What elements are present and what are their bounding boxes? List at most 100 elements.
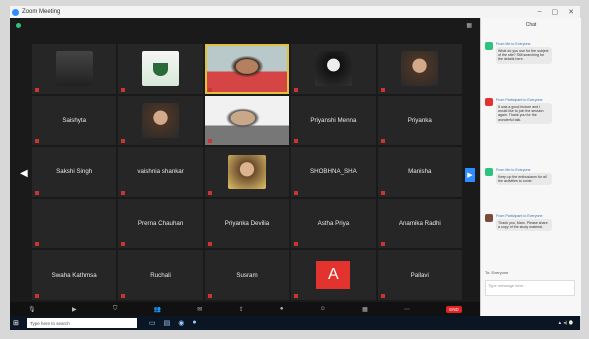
participant-tile[interactable] [118,95,203,146]
security-icon[interactable]: ⛉ [113,306,118,313]
message-text: Keep up the enthusiasm for all the activ… [496,173,552,186]
share-screen-icon[interactable]: ⇪ [239,306,244,313]
message-sender: From Me to Everyone [496,168,531,172]
participant-name: Astha Priya [317,220,350,228]
participant-tile[interactable] [377,44,462,94]
participant-video [204,44,290,94]
participant-tile[interactable] [32,198,117,249]
muted-mic-icon [208,139,212,143]
participant-name: Prerna Chauhan [137,220,184,228]
close-icon[interactable]: ✕ [568,8,574,16]
muted-mic-icon [35,294,39,298]
participant-name: Ruchali [150,271,171,279]
window-title: Zoom Meeting [22,9,61,15]
browser-icon[interactable]: ◉ [178,319,184,327]
encryption-shield-icon[interactable] [16,22,21,28]
muted-mic-icon [381,88,385,92]
message-text: It was a good lecture and I would like t… [496,103,552,124]
participant-tile[interactable] [204,95,290,146]
participant-video [142,51,180,87]
muted-mic-icon [35,242,39,246]
muted-mic-icon [35,139,39,143]
chat-title: Chat [525,22,537,28]
participant-video [228,154,266,190]
participant-tile[interactable]: Swaha Kathmsa [32,250,117,300]
message-sender: From Me to Everyone [496,42,531,46]
participant-name: Pallavi [410,271,429,279]
participant-tile[interactable]: Priyanka Devilia [204,198,290,249]
muted-mic-icon [381,242,385,246]
participant-tile[interactable]: Ruchali [118,250,203,300]
muted-mic-icon [121,294,125,298]
next-page-icon[interactable]: ▶ [465,168,475,182]
participants-icon[interactable]: 👥 [154,306,161,313]
record-icon[interactable]: ● [280,306,284,312]
message-sender: From Participant to Everyone [496,98,543,102]
muted-mic-icon [294,242,298,246]
participant-tile[interactable]: Anamika Radhi [377,198,462,249]
participant-name: Sakshi Singh [56,168,93,176]
participant-tile[interactable]: Saishyta [32,95,117,146]
participant-tile[interactable]: Susram [204,250,290,300]
start-menu-icon[interactable]: ⊞ [13,319,23,327]
participant-tile[interactable] [204,147,290,197]
participant-tile[interactable]: Pallavi [377,250,462,300]
participant-tile[interactable]: Priyanka [377,95,462,146]
participant-tile[interactable]: Astha Priya [291,198,376,249]
participant-tile[interactable]: Manisha [377,147,462,197]
participant-tile[interactable]: vaishnia shankar [118,147,203,197]
participant-video [142,103,180,138]
window-titlebar: Zoom Meeting – ▢ ✕ [10,6,580,18]
windows-taskbar: ⊞ Type here to search ▭ ▤ ◉ ● ▲ ◂) ⌚ [10,316,580,330]
participant-video [314,51,352,87]
participant-name: Swaha Kathmsa [51,271,97,279]
maximize-icon[interactable]: ▢ [552,8,559,16]
meeting-area: ▦ Saishyta Priyanshi Menna Priyanka Sakshi … [10,18,480,316]
task-view-icon[interactable]: ▭ [149,319,156,327]
muted-mic-icon [294,191,298,195]
minimize-icon[interactable]: – [538,8,542,16]
sender-avatar [485,98,493,106]
system-tray: ▲ ◂) ⌚ [557,320,574,325]
gallery-grid: Saishyta Priyanshi Menna Priyanka Sakshi Si… [32,44,462,300]
zoom-app-icon[interactable]: ● [192,319,196,327]
chat-recipient-select[interactable]: To: Everyone [485,270,508,275]
taskbar-search-input[interactable]: Type here to search [27,318,137,328]
participant-tile[interactable]: Prerna Chauhan [118,198,203,249]
message-sender: From Participant to Everyone [496,214,543,218]
sender-avatar [485,214,493,222]
participant-initial-avatar: A [316,261,351,290]
participant-tile[interactable]: A [291,250,376,300]
muted-mic-icon [294,294,298,298]
muted-mic-icon [208,88,212,92]
participant-tile[interactable]: Priyanshi Menna [291,95,376,146]
chat-icon[interactable]: ✉ [197,306,202,313]
participant-tile[interactable] [32,44,117,94]
taskbar-apps: ▭ ▤ ◉ ● [149,319,197,327]
gallery-view-icon[interactable]: ▦ [466,22,472,29]
participant-video [204,95,290,146]
video-icon[interactable]: ▶ [72,306,77,313]
message-text: Thank you, Mam. Please share a copy of t… [496,219,552,232]
zoom-logo-icon [12,8,19,16]
file-explorer-icon[interactable]: ▤ [164,319,171,327]
participant-tile[interactable] [204,44,290,94]
participant-video [401,51,439,87]
more-icon[interactable]: ⋯ [404,306,410,313]
emblem-icon [153,62,169,77]
muted-mic-icon [208,191,212,195]
muted-mic-icon [208,294,212,298]
apps-icon[interactable]: ▦ [362,306,368,313]
window-controls: – ▢ ✕ [538,8,580,16]
participant-tile[interactable] [118,44,203,94]
chat-input[interactable]: Type message here... [485,280,575,296]
participant-tile[interactable] [291,44,376,94]
mute-icon[interactable]: 🎙 [28,306,36,313]
end-meeting-button[interactable]: END [446,305,462,313]
reactions-icon[interactable]: ☺ [320,306,326,312]
muted-mic-icon [381,139,385,143]
participant-tile[interactable]: Sakshi Singh [32,147,117,197]
previous-page-icon[interactable]: ◀ [20,168,28,179]
participant-tile[interactable]: SHOBHNA_SHA [291,147,376,197]
muted-mic-icon [294,139,298,143]
